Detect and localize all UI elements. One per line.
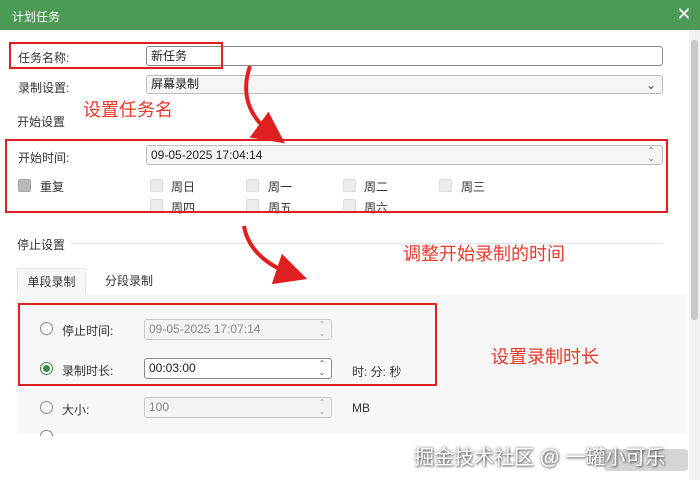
annotation-adjust-start-time: 调整开始录制的时间 bbox=[403, 244, 565, 264]
arrow-to-stop-settings bbox=[242, 225, 308, 285]
arrow-to-start-time bbox=[244, 65, 285, 144]
annotation-arrows bbox=[242, 65, 308, 285]
annotation-set-task-name: 设置任务名 bbox=[83, 100, 173, 120]
annotation-set-duration: 设置录制时长 bbox=[491, 347, 599, 367]
watermark-text: 掘金技术社区 @ 一罐小可乐 bbox=[414, 447, 666, 469]
